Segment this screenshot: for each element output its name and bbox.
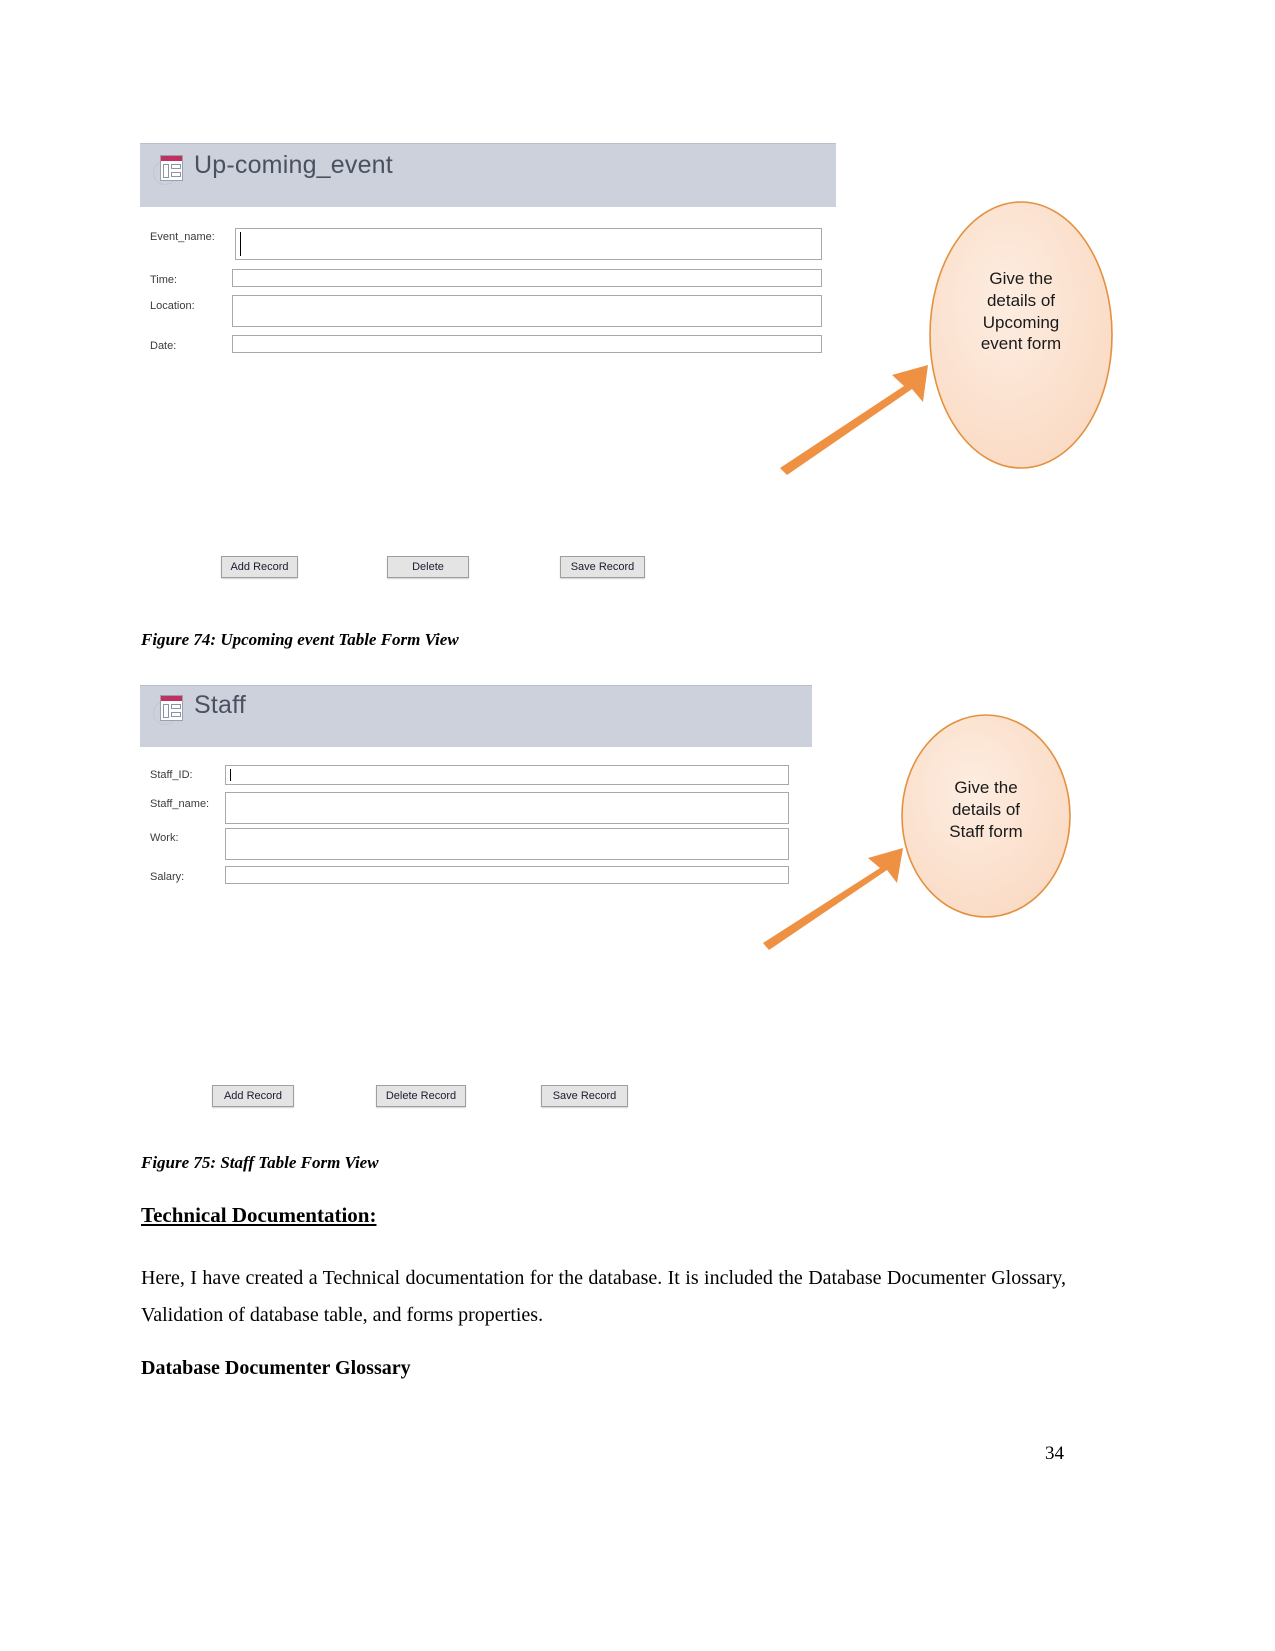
field-input-staff-name[interactable] xyxy=(225,792,789,824)
callout-line: Give the xyxy=(954,778,1018,797)
field-label-date: Date: xyxy=(150,340,177,352)
callout-text-1: Give the details of Upcoming event form xyxy=(928,268,1114,355)
callout-line: Upcoming xyxy=(982,312,1060,332)
page-number: 34 xyxy=(1045,1443,1064,1464)
field-input-staff-id[interactable] xyxy=(225,765,789,785)
callout-line: Give the xyxy=(989,269,1053,288)
field-label-salary: Salary: xyxy=(150,871,185,883)
field-input-date[interactable] xyxy=(232,335,822,353)
callout-arrow-2 xyxy=(763,845,913,950)
callout-bubble-1: Give the details of Upcoming event form xyxy=(928,200,1114,470)
form2-header: Staff xyxy=(140,685,812,747)
header-top-strip xyxy=(140,143,836,144)
database-documenter-glossary-heading: Database Documenter Glossary xyxy=(141,1357,411,1379)
upcoming-event-form: Up-coming_event Event_name: Time: Locati… xyxy=(140,143,836,583)
field-input-event-name[interactable] xyxy=(235,228,822,260)
field-label-event-name: Event_name: xyxy=(150,231,215,243)
field-input-time[interactable] xyxy=(232,269,822,287)
field-label-staff-name: Staff_name: xyxy=(150,798,210,810)
callout-line: details of xyxy=(951,799,1021,819)
callout-line: Staff form xyxy=(949,821,1023,841)
save-record-button[interactable]: Save Record xyxy=(541,1085,628,1107)
delete-button[interactable]: Delete xyxy=(387,556,469,578)
callout-line: event form xyxy=(980,334,1062,354)
add-record-button[interactable]: Add Record xyxy=(212,1085,294,1107)
add-record-button[interactable]: Add Record xyxy=(221,556,298,578)
figure-75-caption: Figure 75: Staff Table Form View xyxy=(141,1153,379,1172)
figure-74-caption: Figure 74: Upcoming event Table Form Vie… xyxy=(141,630,459,649)
callout-text-2: Give the details of Staff form xyxy=(900,777,1072,842)
field-label-work: Work: xyxy=(150,832,179,844)
callout-arrow-1 xyxy=(780,360,940,475)
form1-title: Up-coming_event xyxy=(194,151,393,179)
save-record-button[interactable]: Save Record xyxy=(560,556,645,578)
field-label-location: Location: xyxy=(150,300,195,312)
delete-record-button[interactable]: Delete Record xyxy=(376,1085,466,1107)
form-table-icon xyxy=(152,693,186,725)
field-label-staff-id: Staff_ID: xyxy=(150,769,193,781)
technical-documentation-heading: Technical Documentation: xyxy=(141,1203,377,1227)
form1-header: Up-coming_event xyxy=(140,143,836,207)
header-top-strip xyxy=(140,685,812,686)
callout-bubble-2: Give the details of Staff form xyxy=(900,713,1072,919)
field-input-location[interactable] xyxy=(232,295,822,327)
callout-line: details of xyxy=(986,290,1056,310)
form2-title: Staff xyxy=(194,691,246,719)
technical-documentation-paragraph: Here, I have created a Technical documen… xyxy=(141,1267,1066,1326)
form-table-icon xyxy=(152,153,186,185)
field-input-salary[interactable] xyxy=(225,866,789,884)
field-label-time: Time: xyxy=(150,274,178,286)
field-input-work[interactable] xyxy=(225,828,789,860)
staff-form: Staff Staff_ID: Staff_name: Work: Salary… xyxy=(140,680,812,1120)
